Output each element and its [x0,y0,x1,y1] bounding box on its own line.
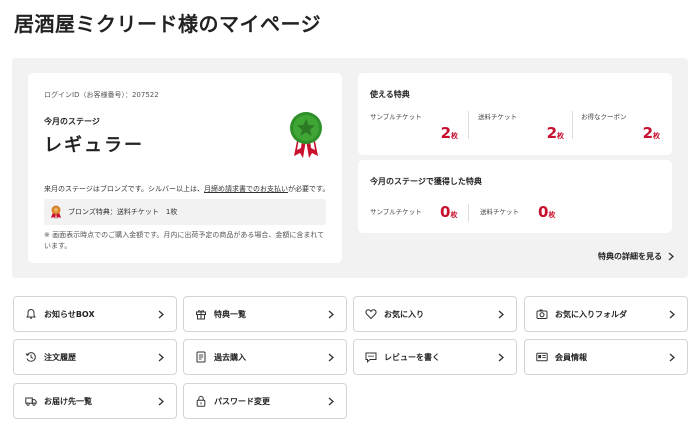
page-title: 居酒屋ミクリード様のマイページ [14,12,322,36]
menu-notices-button[interactable]: お知らせBOX [13,296,177,332]
benefit-details-link[interactable]: 特典の詳細を見る [598,251,674,262]
truck-icon [25,397,37,406]
menu-order-history-button[interactable]: 注文履歴 [13,339,177,375]
bell-icon [26,308,36,319]
login-id: ログインID（お客様番号）：207522 [44,91,159,99]
bronze-medal-icon [51,205,61,219]
chevron-right-icon [328,353,334,362]
folder-camera-icon [536,309,548,319]
gift-icon [196,310,206,320]
monthly-invoice-link[interactable]: 月締め請求書でのお支払い [204,185,288,193]
chevron-right-icon [498,310,504,319]
divider [468,111,469,139]
chevron-right-icon [158,397,164,406]
sample-ticket-available: サンプルチケット 2枚 [370,113,458,142]
history-icon [25,352,36,362]
menu-delivery-addresses-button[interactable]: お届け先一覧 [13,383,177,419]
coupon-available: お得なクーポン 2枚 [581,113,660,142]
chevron-right-icon [158,310,164,319]
speech-bubble-icon [365,352,377,363]
earned-benefits-title: 今月のステージで獲得した特典 [370,177,482,186]
chevron-right-icon [669,353,675,362]
menu-benefits-button[interactable]: 特典一覧 [183,296,347,332]
divider [572,111,573,139]
id-card-icon [536,352,548,362]
stage-card: ログインID（お客様番号）：207522 今月のステージ レギュラー 来月のステ… [28,73,342,263]
lock-icon [196,395,206,407]
chevron-right-icon [328,310,334,319]
stage-name: レギュラー [44,135,144,156]
stage-label: 今月のステージ [44,117,100,126]
chevron-right-icon [498,353,504,362]
heart-icon [365,309,377,320]
sample-ticket-earned: サンプルチケット 0枚 [370,203,458,221]
chevron-right-icon [158,353,164,362]
chevron-right-icon [328,397,334,406]
available-benefits-card: 使える特典 サンプルチケット 2枚 送料チケット 2枚 お得なクーポン 2枚 [358,73,672,155]
chevron-right-icon [668,252,674,261]
shipping-ticket-earned: 送料チケット 0枚 [480,203,556,221]
divider [468,204,469,222]
bronze-benefit-row: ブロンズ特典：送料チケット 1枚 [44,199,326,225]
available-benefits-title: 使える特典 [370,90,410,99]
document-icon [196,351,206,363]
earned-benefits-card: 今月のステージで獲得した特典 サンプルチケット 0枚 送料チケット 0枚 [358,160,672,233]
chevron-right-icon [669,310,675,319]
benefits-panel: ログインID（お客様番号）：207522 今月のステージ レギュラー 来月のステ… [12,58,688,278]
menu-favorites-button[interactable]: お気に入り [353,296,517,332]
purchase-note: ※ 画面表示時点でのご購入金額です。月内に出荷予定の商品がある場合、金額に含まれ… [44,231,325,250]
menu-change-password-button[interactable]: パスワード変更 [183,383,347,419]
stage-medal-icon [290,112,322,158]
menu-member-info-button[interactable]: 会員情報 [524,339,688,375]
menu-past-purchases-button[interactable]: 過去購入 [183,339,347,375]
menu-write-review-button[interactable]: レビューを書く [353,339,517,375]
bronze-benefit-text: ブロンズ特典：送料チケット 1枚 [68,208,178,216]
next-stage-text: 来月のステージはブロンズです。シルバー以上は、月締め請求書でのお支払いが必要です… [44,185,330,193]
menu-favorite-folders-button[interactable]: お気に入りフォルダ [524,296,688,332]
shipping-ticket-available: 送料チケット 2枚 [478,113,564,142]
